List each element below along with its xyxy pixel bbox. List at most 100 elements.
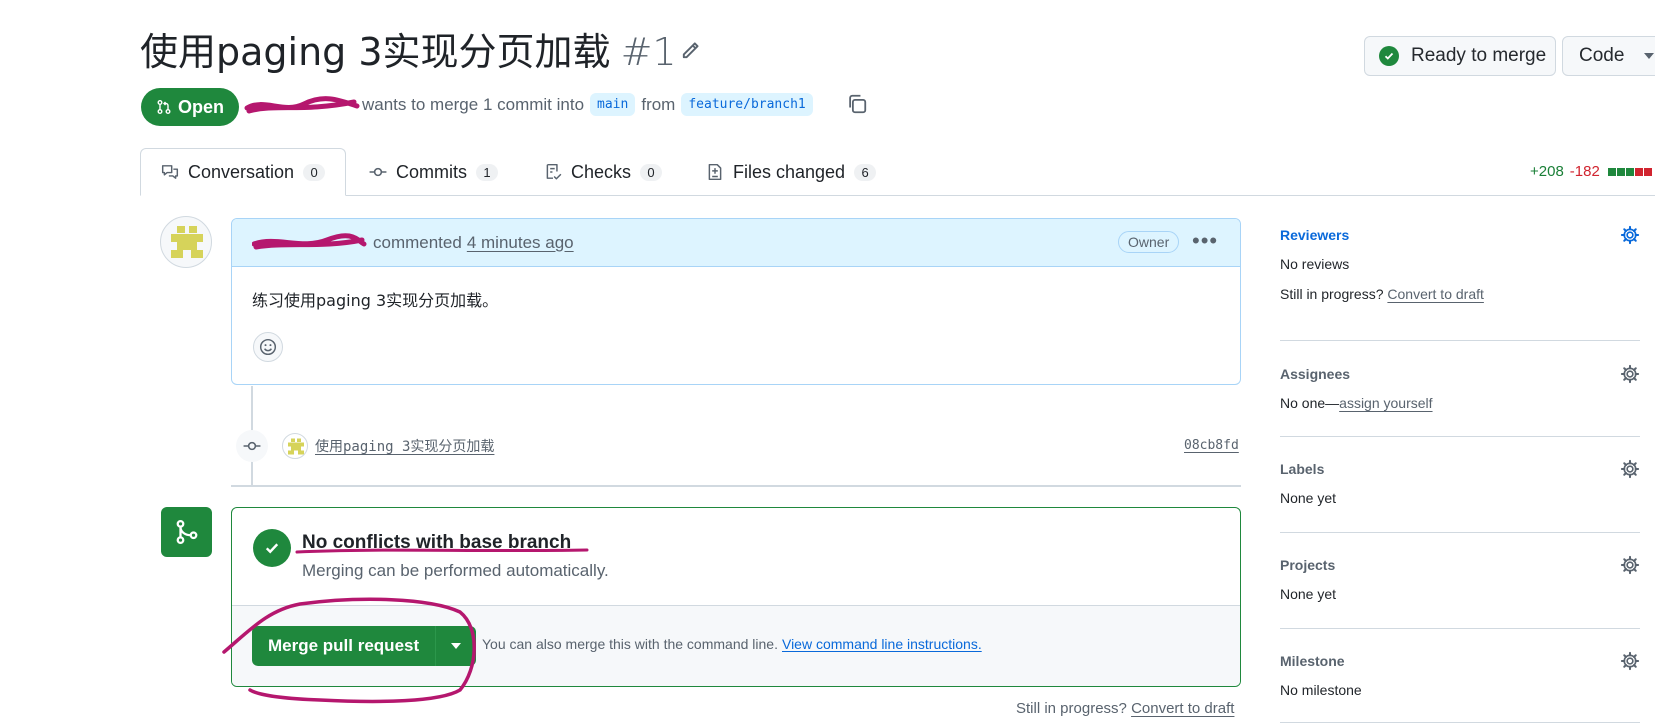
gear-icon[interactable] [1620, 225, 1640, 245]
tab-conversation[interactable]: Conversation 0 [140, 148, 347, 196]
code-button[interactable]: Code [1562, 36, 1655, 76]
pencil-icon[interactable] [679, 40, 701, 62]
pr-number: #1 [620, 30, 677, 74]
comment-body: 练习使用paging 3实现分页加载。 [252, 291, 499, 310]
sidebar-projects: Projects None yet [1280, 554, 1640, 602]
diffstat-deletions: -182 [1569, 163, 1600, 180]
gear-icon[interactable] [1620, 651, 1640, 671]
head-branch[interactable]: feature/branch1 [681, 93, 813, 116]
tab-commits[interactable]: Commits 1 [349, 148, 518, 196]
milestone-title: Milestone [1280, 653, 1345, 669]
file-diff-icon [708, 163, 722, 181]
projects-value: None yet [1280, 586, 1337, 602]
gear-icon[interactable] [1620, 459, 1640, 479]
caret-down-icon [451, 643, 462, 649]
sidebar-reviewers: Reviewers No reviews Still in progress? … [1280, 224, 1640, 302]
command-line-instructions-link[interactable]: View command line instructions. [782, 636, 982, 652]
pr-title-text: 使用paging 3实现分页加载 [140, 30, 611, 74]
reviewers-progress-text: Still in progress? [1280, 286, 1384, 302]
diffstat-block [1607, 167, 1616, 176]
owner-badge: Owner [1118, 231, 1180, 253]
git-pull-request-icon [157, 100, 171, 114]
tab-label: Conversation [188, 161, 295, 182]
tab-count: 0 [640, 163, 663, 181]
draft-hint-text: Still in progress? [1016, 700, 1127, 717]
identicon-avatar [288, 438, 304, 455]
pr-title: 使用paging 3实现分页加载 #1 [140, 28, 677, 76]
convert-to-draft-link[interactable]: Convert to draft [1387, 286, 1484, 302]
assignees-title: Assignees [1280, 366, 1351, 382]
labels-title: Labels [1280, 461, 1325, 477]
pr-meta: wants to merge 1 commit into main from f… [362, 93, 819, 116]
reviewers-value: No reviews [1280, 256, 1350, 272]
diffstat-block [1634, 167, 1643, 176]
merge-status: No conflicts with base branch Merging ca… [232, 508, 1240, 606]
assignees-value: No one—assign yourself [1280, 395, 1640, 411]
tab-checks[interactable]: Checks 0 [524, 148, 682, 196]
reviewers-progress: Still in progress? Convert to draft [1280, 286, 1640, 302]
milestone-value: No milestone [1280, 682, 1362, 698]
projects-heading[interactable]: Projects [1280, 554, 1640, 576]
author-avatar[interactable] [160, 216, 212, 268]
convert-to-draft-link[interactable]: Convert to draft [1131, 700, 1234, 717]
projects-title: Projects [1280, 557, 1336, 573]
sidebar-divider [1280, 722, 1640, 723]
merge-actions: Merge pull request You can also merge th… [232, 606, 1240, 686]
base-branch[interactable]: main [590, 93, 636, 116]
merge-pull-request-button[interactable]: Merge pull request [252, 626, 437, 666]
from-text: from [641, 94, 676, 114]
smiley-icon [259, 338, 277, 356]
checklist-icon [546, 163, 562, 180]
merge-panel: No conflicts with base branch Merging ca… [231, 507, 1241, 687]
commit-message-link[interactable]: 使用paging 3实现分页加载 [315, 436, 494, 456]
sidebar-divider [1280, 340, 1640, 341]
caret-down-icon [1644, 53, 1655, 59]
diffstat-block [1616, 167, 1625, 176]
assign-yourself-link[interactable]: assign yourself [1339, 395, 1432, 411]
reviewers-title: Reviewers [1280, 227, 1350, 243]
merge-cli-text: You can also merge this with the command… [482, 636, 778, 652]
merge-button-group: Merge pull request [252, 626, 477, 666]
diffstat-block [1625, 167, 1634, 176]
assignees-heading[interactable]: Assignees [1280, 363, 1640, 385]
merge-method-dropdown[interactable] [436, 626, 477, 666]
draft-hint: Still in progress? Convert to draft [1016, 700, 1234, 717]
tab-label: Commits [396, 161, 467, 182]
git-commit-icon [243, 441, 261, 451]
gear-icon[interactable] [1620, 364, 1640, 384]
pr-state-badge: Open [141, 88, 239, 126]
tab-files-changed[interactable]: Files changed 6 [686, 148, 896, 196]
tab-count: 6 [854, 163, 877, 181]
tab-label: Files changed [733, 161, 846, 182]
gear-icon[interactable] [1620, 555, 1640, 575]
pr-meta-text: wants to merge 1 commit into [362, 94, 585, 114]
copy-icon[interactable] [846, 93, 868, 115]
comment-discussion-icon [161, 165, 179, 179]
add-reaction-button[interactable] [253, 332, 283, 362]
merge-status-subtitle: Merging can be performed automatically. [302, 561, 609, 580]
check-icon [253, 529, 291, 567]
sidebar-divider [1280, 628, 1640, 629]
code-label: Code [1579, 45, 1625, 66]
commit-author-avatar[interactable] [282, 433, 308, 459]
redacted-commenter-name [252, 232, 367, 249]
check-circle-icon [1379, 46, 1399, 66]
tab-count: 1 [476, 163, 498, 181]
comment-header: commented 4 minutes ago Owner ••• [232, 219, 1240, 267]
commit-sha-link[interactable]: 08cb8fd [1184, 438, 1239, 453]
redacted-author-name [244, 96, 360, 114]
diffstat-additions: +208 [1530, 163, 1564, 180]
ready-to-merge-button[interactable]: Ready to merge [1364, 36, 1556, 76]
diffstat-block [1643, 167, 1652, 176]
diffstat: +208 -182 [1530, 163, 1653, 180]
labels-heading[interactable]: Labels [1280, 458, 1640, 480]
comment-time[interactable]: 4 minutes ago [467, 233, 574, 253]
sidebar-divider [1280, 436, 1640, 437]
kebab-menu-icon[interactable]: ••• [1192, 230, 1218, 252]
reviewers-heading[interactable]: Reviewers [1280, 224, 1640, 246]
milestone-heading[interactable]: Milestone [1280, 650, 1640, 672]
sidebar-assignees: Assignees No one—assign yourself [1280, 363, 1640, 411]
identicon-avatar [171, 226, 203, 258]
git-commit-icon [369, 167, 387, 177]
pr-state-label: Open [177, 96, 224, 117]
